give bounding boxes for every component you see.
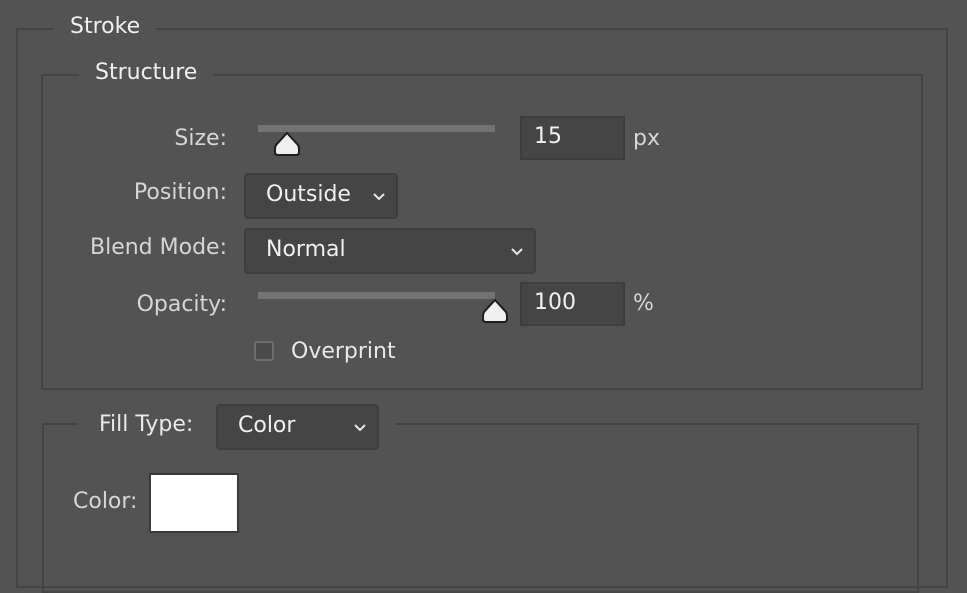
chevron-down-icon — [373, 193, 385, 201]
position-select[interactable]: Outside — [244, 173, 398, 219]
size-input[interactable]: 15 — [520, 116, 625, 160]
fill-type-label: Fill Type: — [99, 412, 194, 437]
overprint-label[interactable]: Overprint — [291, 338, 396, 366]
structure-legend: Structure — [79, 59, 214, 87]
fill-type-selected-value: Color — [238, 413, 296, 438]
color-label: Color: — [73, 489, 138, 514]
opacity-slider-thumb[interactable] — [481, 298, 509, 324]
opacity-unit: % — [633, 291, 654, 316]
fill-type-select[interactable]: Color — [216, 404, 379, 450]
opacity-input[interactable]: 100 — [520, 282, 625, 326]
blend-mode-selected-value: Normal — [266, 237, 346, 262]
size-label: Size: — [174, 126, 227, 151]
position-selected-value: Outside — [266, 182, 351, 207]
overprint-checkbox[interactable] — [254, 341, 274, 361]
opacity-slider-track[interactable] — [258, 292, 495, 299]
size-slider-thumb[interactable] — [273, 131, 301, 157]
position-label: Position: — [133, 180, 227, 205]
blend-mode-select[interactable]: Normal — [244, 228, 536, 274]
color-swatch[interactable] — [149, 473, 239, 533]
opacity-label: Opacity: — [136, 292, 227, 317]
stroke-legend: Stroke — [54, 13, 157, 41]
blend-mode-label: Blend Mode: — [90, 235, 227, 260]
fill-type-group-top-right — [395, 423, 919, 593]
size-unit: px — [633, 126, 660, 151]
chevron-down-icon — [511, 248, 523, 256]
chevron-down-icon — [354, 424, 366, 432]
